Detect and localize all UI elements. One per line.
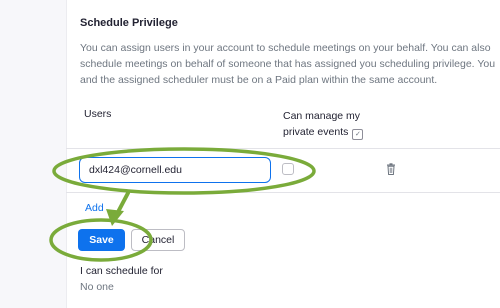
section-title: Schedule Privilege [80,17,178,29]
add-scheduler-link[interactable]: Add [85,202,104,214]
table-row-divider [66,148,500,149]
can-schedule-for-label: I can schedule for [80,265,163,277]
users-column-header: Users [84,108,112,120]
save-button[interactable]: Save [78,229,125,251]
cancel-button[interactable]: Cancel [131,229,185,251]
annotation-arrow [116,191,130,214]
manage-private-column-header: Can manage my private events ✓ [283,108,393,140]
settings-sidebar [0,0,67,308]
annotation-arrow-head [106,209,124,226]
section-description: You can assign users in your account to … [80,42,496,86]
table-row-divider [66,192,500,193]
manage-private-header-label: Can manage my private events [283,110,361,138]
scheduler-email-input[interactable]: dxl424@cornell.edu [79,157,271,183]
calendar-icon: ✓ [352,129,364,140]
can-schedule-for-value: No one [80,281,114,293]
trash-icon[interactable] [386,163,396,175]
manage-private-checkbox[interactable] [282,163,294,175]
